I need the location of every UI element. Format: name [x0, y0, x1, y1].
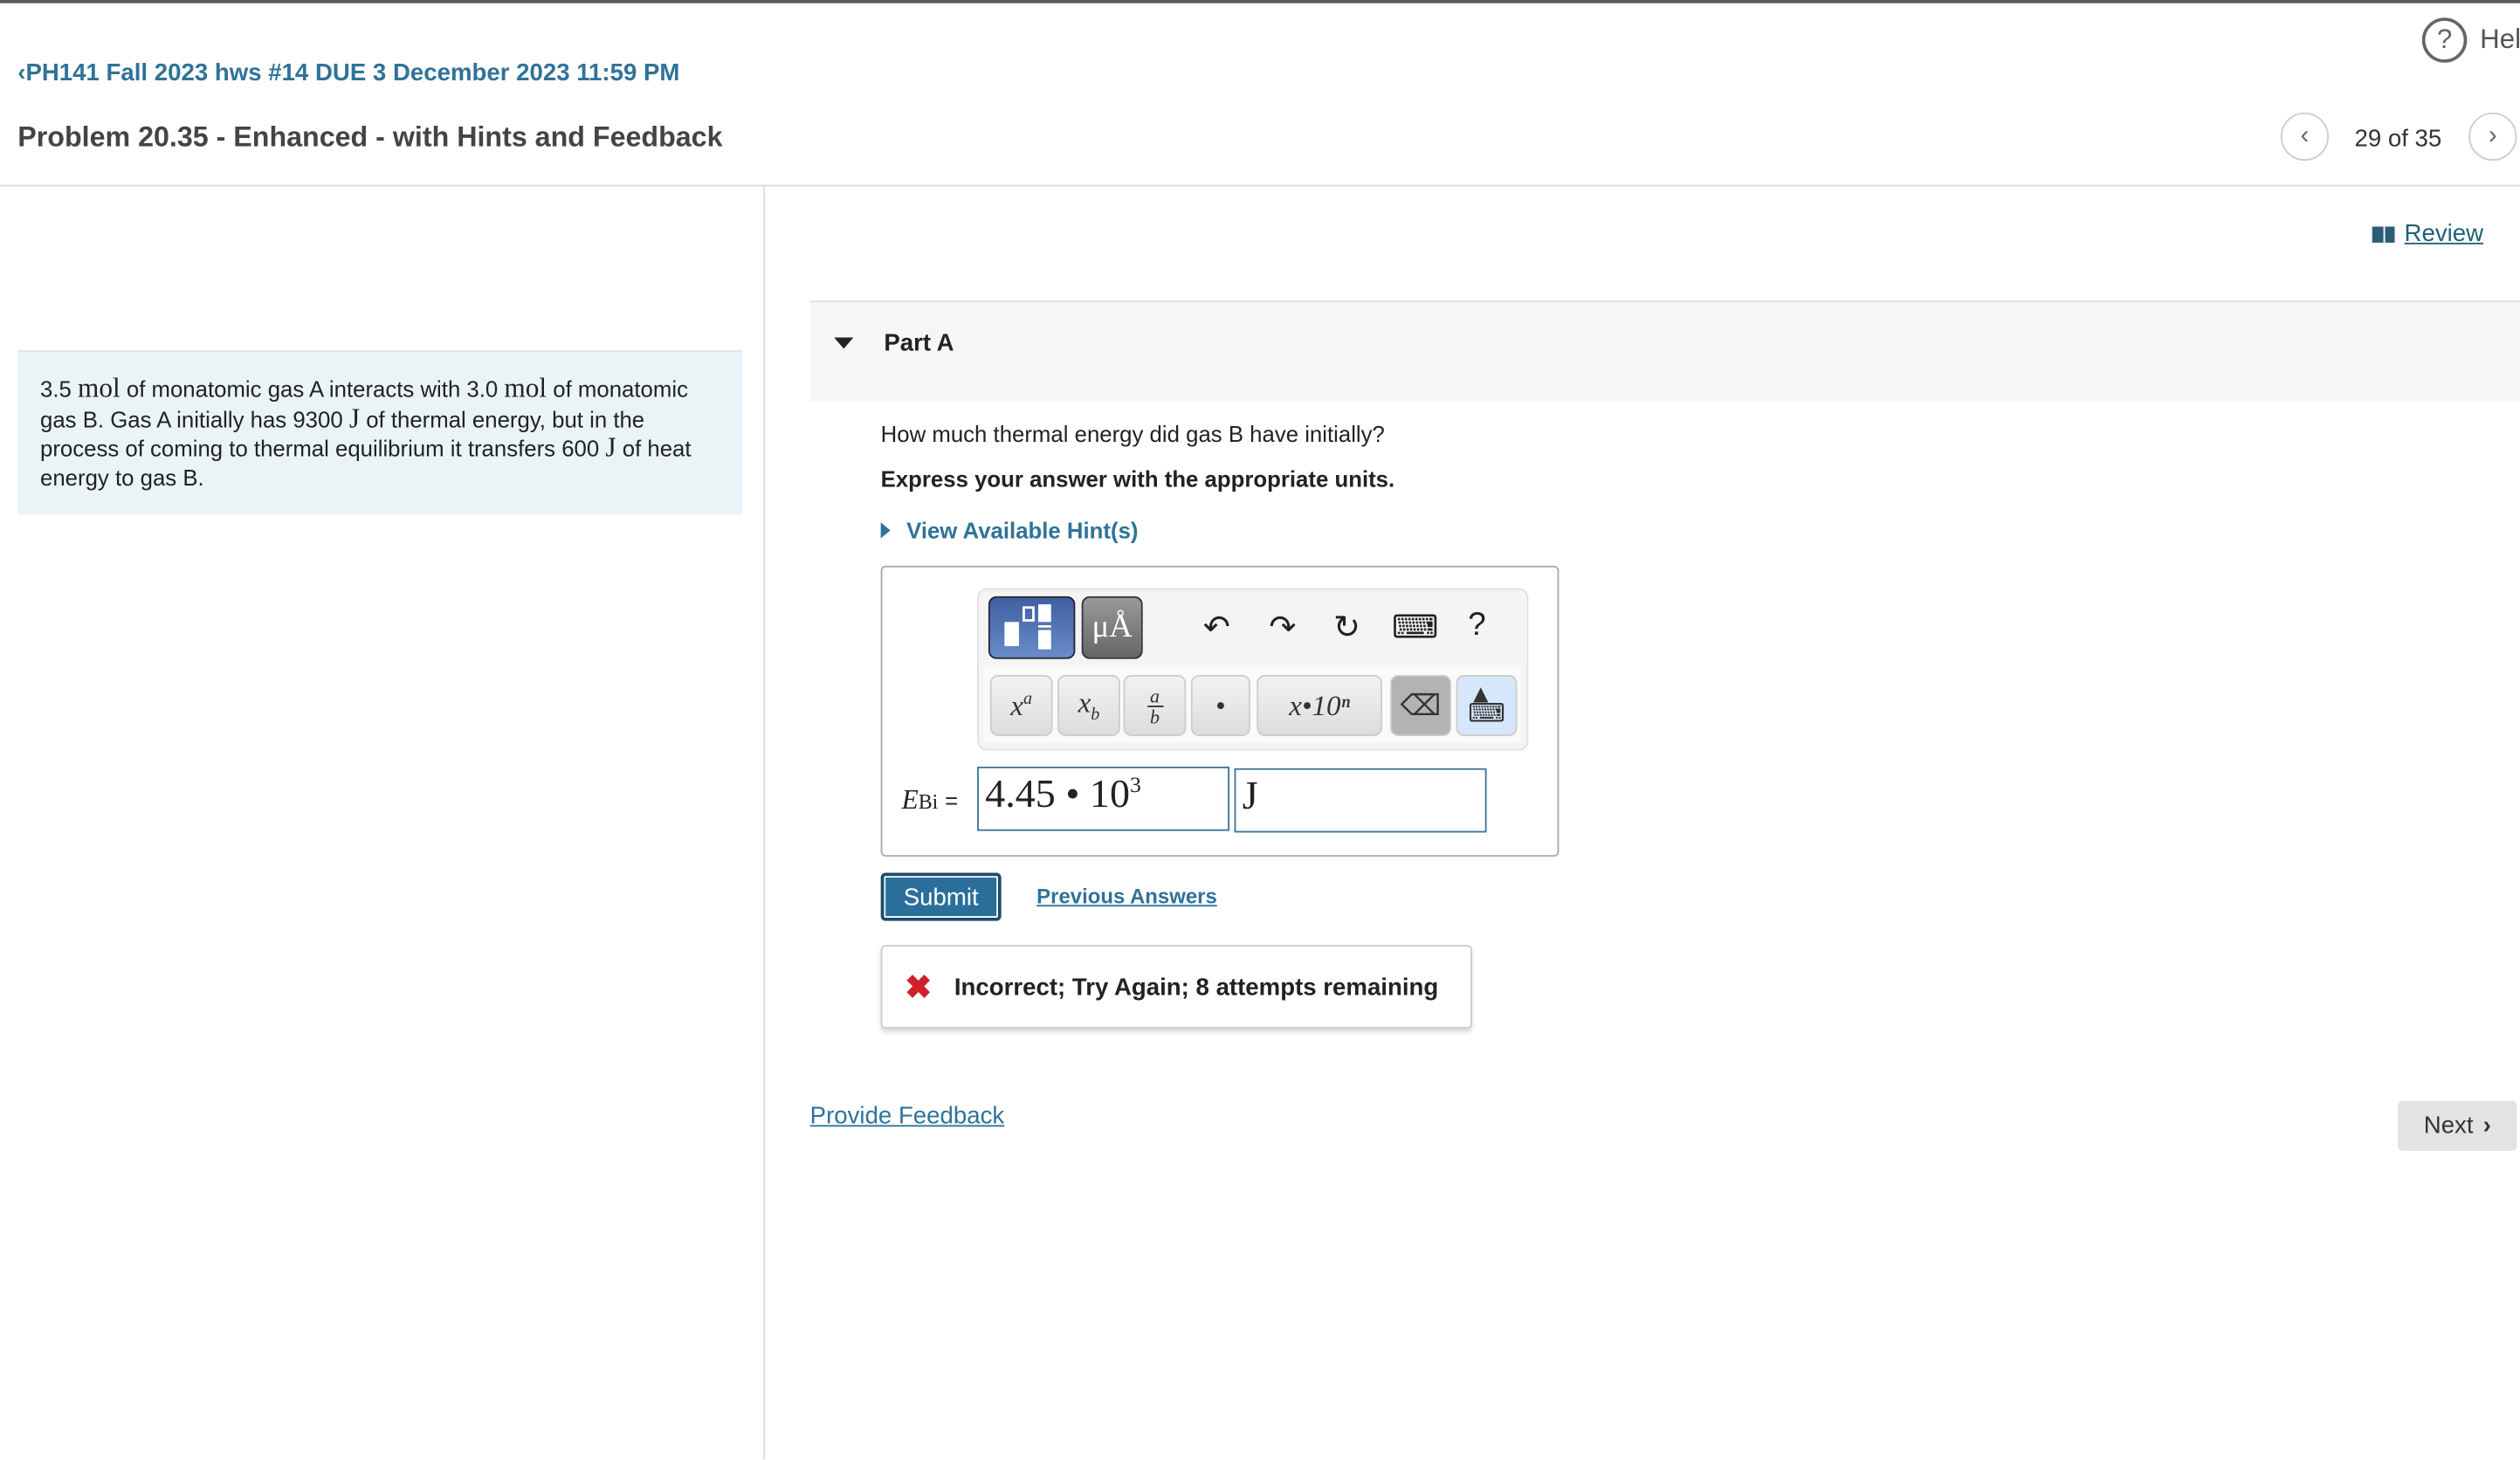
- fraction-icon: ab: [1146, 685, 1163, 726]
- problem-text: of monatomic gas A interacts with 3.0: [120, 375, 505, 403]
- view-hints-toggle[interactable]: View Available Hint(s): [880, 517, 1139, 544]
- help-label: Help: [2480, 24, 2520, 55]
- units-button[interactable]: μÅ: [1081, 596, 1143, 659]
- instruction-text: Express your answer with the appropriate…: [880, 465, 1395, 492]
- expand-triangle-icon: [880, 522, 891, 539]
- subscript-icon: xb: [1078, 686, 1100, 725]
- backspace-button[interactable]: ⌫: [1390, 675, 1452, 736]
- review-label: Review: [2404, 220, 2484, 248]
- unit-joule: J: [605, 432, 616, 464]
- chevron-left-icon: ‹: [2300, 121, 2310, 150]
- chevron-left-icon: ‹: [17, 59, 26, 87]
- help-button[interactable]: ? Help: [2421, 17, 2520, 63]
- toolbar-help-button[interactable]: ?: [1457, 608, 1496, 644]
- keyboard-shortcuts-icon[interactable]: ⌨: [1392, 608, 1438, 648]
- top-border: [0, 0, 2520, 3]
- keyboard-icon: ▲ ⌨: [1468, 681, 1505, 728]
- assignment-back-link[interactable]: ‹PH141 Fall 2023 hws #14 DUE 3 December …: [17, 59, 679, 86]
- problem-statement: 3.5 mol of monatomic gas A interacts wit…: [17, 350, 743, 514]
- value-mantissa: 4.45 • 10: [985, 773, 1130, 817]
- incorrect-x-icon: ✖: [905, 969, 933, 1006]
- help-icon: ?: [2421, 17, 2468, 63]
- submit-button[interactable]: Submit: [880, 872, 1002, 921]
- problem-text: 3.5: [40, 375, 79, 403]
- part-a-header[interactable]: [809, 300, 2520, 403]
- value-input[interactable]: 4.45 • 103: [977, 766, 1230, 831]
- unit-input[interactable]: J: [1234, 768, 1487, 833]
- answer-label: EBi =: [902, 784, 959, 816]
- equals-sign: =: [945, 787, 959, 814]
- variable-symbol: E: [901, 784, 919, 816]
- next-problem-button[interactable]: ›: [2468, 112, 2517, 162]
- subscript-button[interactable]: xb: [1057, 675, 1120, 736]
- redo-icon[interactable]: ↷: [1263, 608, 1302, 648]
- previous-problem-button[interactable]: ‹: [2280, 112, 2330, 162]
- review-link[interactable]: Review: [2372, 220, 2483, 247]
- hint-label: View Available Hint(s): [906, 517, 1139, 544]
- backspace-icon: ⌫: [1400, 688, 1442, 721]
- unit-mol: mol: [78, 373, 120, 403]
- problem-counter: 29 of 35: [2354, 125, 2442, 153]
- feedback-box: ✖ Incorrect; Try Again; 8 attempts remai…: [880, 945, 1472, 1029]
- column-divider: [763, 184, 766, 1460]
- undo-icon[interactable]: ↶: [1197, 608, 1236, 648]
- variable-subscript: Bi: [918, 789, 939, 814]
- previous-answers-link[interactable]: Previous Answers: [1036, 884, 1217, 908]
- value-exponent: 3: [1129, 774, 1141, 799]
- assignment-back-label: PH141 Fall 2023 hws #14 DUE 3 December 2…: [25, 59, 680, 87]
- book-icon: [2372, 225, 2395, 243]
- chevron-right-icon: ›: [2482, 1112, 2491, 1140]
- page-title: Problem 20.35 - Enhanced - with Hints an…: [17, 121, 723, 153]
- superscript-icon: xa: [1010, 688, 1033, 721]
- fraction-button[interactable]: ab: [1123, 675, 1187, 736]
- reset-icon[interactable]: ↻: [1327, 608, 1366, 648]
- header-divider: [0, 184, 2520, 187]
- show-keyboard-button[interactable]: ▲ ⌨: [1456, 675, 1518, 736]
- dot-button[interactable]: •: [1190, 675, 1250, 736]
- templates-icon: [1004, 604, 1051, 650]
- next-label: Next: [2423, 1112, 2474, 1140]
- chevron-right-icon: ›: [2488, 121, 2497, 150]
- provide-feedback-link[interactable]: Provide Feedback: [810, 1103, 1005, 1130]
- superscript-button[interactable]: xa: [989, 675, 1053, 736]
- unit-joule: J: [348, 403, 361, 434]
- scientific-notation-button[interactable]: x•10ⁿ: [1257, 675, 1382, 736]
- unit-mol: mol: [504, 373, 547, 403]
- part-title: Part A: [884, 329, 954, 357]
- question-text: How much thermal energy did gas B have i…: [880, 421, 1385, 447]
- feedback-message: Incorrect; Try Again; 8 attempts remaini…: [954, 973, 1439, 1001]
- collapse-triangle-icon[interactable]: [834, 337, 854, 349]
- next-button[interactable]: Next ›: [2398, 1100, 2517, 1151]
- templates-button[interactable]: [988, 596, 1076, 659]
